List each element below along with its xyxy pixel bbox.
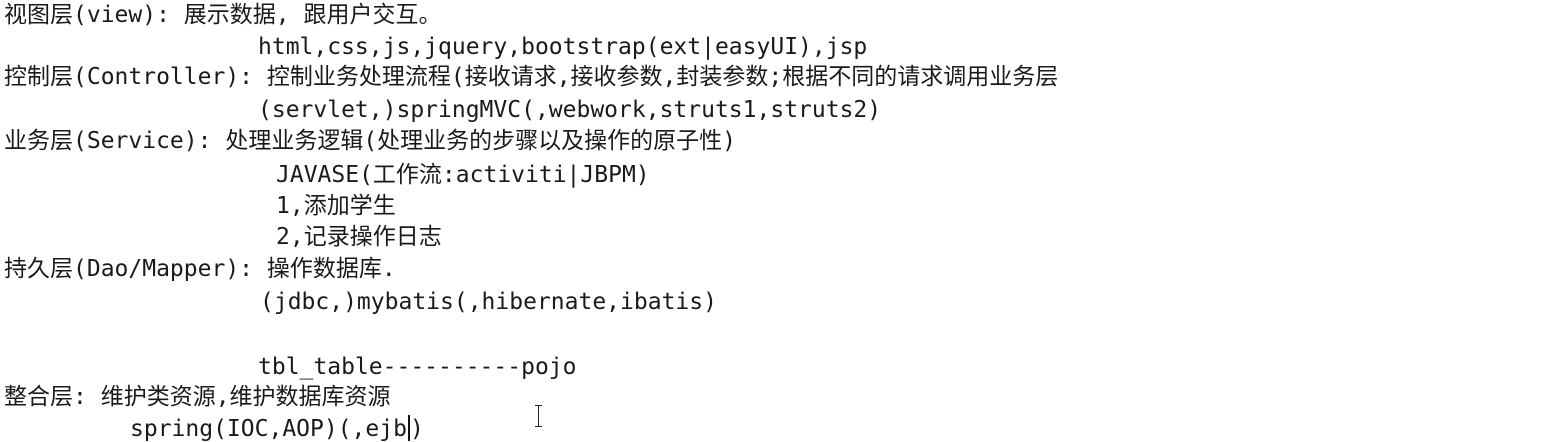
- mouse-ibeam-cursor-icon: [534, 404, 544, 428]
- text-line-table-pojo: tbl_table----------pojo: [258, 354, 577, 380]
- text-line-service-step-2: 2,记录操作日志: [276, 224, 442, 250]
- text-line-integration-tech: spring(IOC,AOP)(,ejb): [130, 414, 424, 442]
- text-line-view-tech: html,css,js,jquery,bootstrap(ext|easyUI)…: [258, 34, 868, 60]
- text-line-controller-tech: (servlet,)springMVC(,webwork,struts1,str…: [258, 97, 882, 123]
- text-line-service-layer: 业务层(Service): 处理业务逻辑(处理业务的步骤以及操作的原子性): [4, 128, 737, 154]
- text-line-persistence-tech: (jdbc,)mybatis(,hibernate,ibatis): [260, 289, 717, 315]
- text-line-controller-layer: 控制层(Controller): 控制业务处理流程(接收请求,接收参数,封装参数…: [4, 64, 1059, 90]
- text-line-integration-layer: 整合层: 维护类资源,维护数据库资源: [4, 384, 391, 410]
- text-line-persistence-layer: 持久层(Dao/Mapper): 操作数据库.: [4, 256, 396, 282]
- text-editor-area[interactable]: 视图层(view): 展示数据, 跟用户交互。 html,css,js,jque…: [0, 0, 1564, 442]
- text-line-service-step-1: 1,添加学生: [276, 193, 396, 219]
- text-line-view-layer: 视图层(view): 展示数据, 跟用户交互。: [4, 2, 442, 28]
- text-line-service-tech: JAVASE(工作流:activiti|JBPM): [276, 162, 650, 188]
- text-line-closing-paren: ): [409, 416, 424, 442]
- text-line-integration-tech-text: spring(IOC,AOP)(,ejb: [130, 416, 407, 442]
